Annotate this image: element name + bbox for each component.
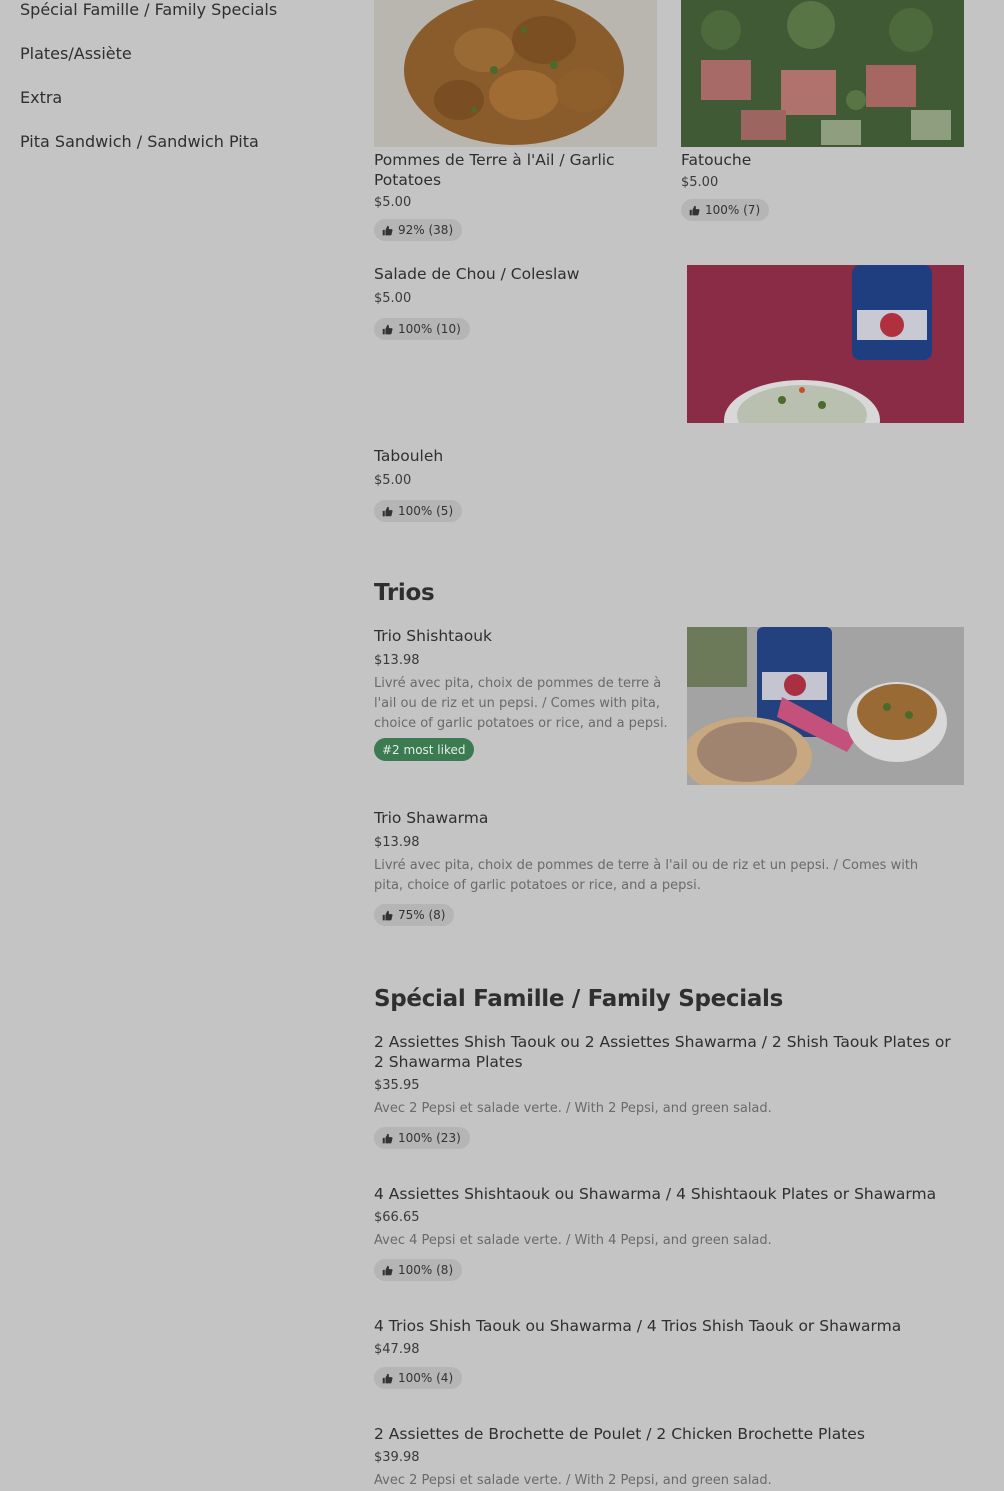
coleslaw-image[interactable] <box>687 265 964 423</box>
rating-value: 100% (7) <box>705 203 761 217</box>
item-description: Livré avec pita, choix de pommes de terr… <box>374 676 668 731</box>
item-price: $13.98 <box>374 653 420 668</box>
trio-shishtaouk-image[interactable] <box>687 627 964 785</box>
menu-item-fatouche[interactable]: Fatouche $5.00 100% (7) <box>681 150 964 221</box>
item-price: $66.65 <box>374 1210 420 1225</box>
item-title: Trio Shawarma <box>374 809 489 827</box>
menu-item-family-4-plates[interactable]: 4 Assiettes Shishtaouk ou Shawarma / 4 S… <box>374 1184 964 1281</box>
item-title: Pommes de Terre à l'Ail / Garlic Potatoe… <box>374 151 615 189</box>
garlic-potatoes-image[interactable] <box>374 0 657 147</box>
rating-badge: 75% (8) <box>374 904 455 926</box>
item-price: $39.98 <box>374 1450 420 1465</box>
item-price: $35.95 <box>374 1078 420 1093</box>
item-title: 4 Assiettes Shishtaouk ou Shawarma / 4 S… <box>374 1185 937 1203</box>
item-title: Fatouche <box>681 151 752 169</box>
thumbs-up-icon <box>382 324 393 334</box>
item-description: Avec 4 Pepsi et salade verte. / With 4 P… <box>374 1233 772 1248</box>
item-price: $5.00 <box>374 473 412 488</box>
thumbs-up-icon <box>382 910 393 920</box>
rating-value: 100% (5) <box>398 504 454 518</box>
rating-value: 100% (10) <box>398 322 461 336</box>
fatouche-image[interactable] <box>681 0 964 147</box>
sidebar-item-pita-sandwich[interactable]: Pita Sandwich / Sandwich Pita <box>20 132 259 151</box>
item-price: $5.00 <box>681 175 719 190</box>
menu-item-tabouleh[interactable]: Tabouleh $5.00 100% (5) <box>374 446 674 522</box>
rating-badge: 100% (10) <box>374 318 470 340</box>
rating-value: 75% (8) <box>398 908 446 922</box>
item-title: 2 Assiettes Shish Taouk ou 2 Assiettes S… <box>374 1033 951 1071</box>
thumbs-up-icon <box>382 506 393 516</box>
thumbs-up-icon <box>382 1133 393 1143</box>
sidebar-item-extra[interactable]: Extra <box>20 88 62 107</box>
sidebar-item-plates[interactable]: Plates/Assiète <box>20 44 132 63</box>
item-title: Tabouleh <box>374 447 444 465</box>
item-description: Avec 2 Pepsi et salade verte. / With 2 P… <box>374 1101 772 1116</box>
item-price: $5.00 <box>374 291 412 306</box>
item-title: Salade de Chou / Coleslaw <box>374 265 580 283</box>
sidebar-item-family-specials[interactable]: Spécial Famille / Family Specials <box>20 0 277 19</box>
menu-item-family-2-plates[interactable]: 2 Assiettes Shish Taouk ou 2 Assiettes S… <box>374 1032 964 1149</box>
rating-badge: 100% (23) <box>374 1127 470 1149</box>
thumbs-up-icon <box>689 205 700 215</box>
section-title-trios: Trios <box>374 580 435 606</box>
menu-item-trio-shawarma[interactable]: Trio Shawarma $13.98 Livré avec pita, ch… <box>374 808 964 926</box>
section-title-family-specials: Spécial Famille / Family Specials <box>374 986 784 1012</box>
rating-value: 100% (4) <box>398 1371 454 1385</box>
item-price: $47.98 <box>374 1342 420 1357</box>
menu-item-coleslaw[interactable]: Salade de Chou / Coleslaw $5.00 100% (10… <box>374 264 674 340</box>
rating-badge: 100% (7) <box>681 199 770 221</box>
item-description: Avec 2 Pepsi et salade verte. / With 2 P… <box>374 1473 772 1488</box>
thumbs-up-icon <box>382 1265 393 1275</box>
menu-item-family-4-trios[interactable]: 4 Trios Shish Taouk ou Shawarma / 4 Trio… <box>374 1316 964 1389</box>
rating-badge: 100% (5) <box>374 500 463 522</box>
rating-badge: 100% (8) <box>374 1259 463 1281</box>
rating-badge: 100% (4) <box>374 1367 463 1389</box>
item-price: $13.98 <box>374 835 420 850</box>
thumbs-up-icon <box>382 225 393 235</box>
menu-item-trio-shishtaouk[interactable]: Trio Shishtaouk $13.98 Livré avec pita, … <box>374 626 679 761</box>
menu-item-garlic-potatoes[interactable]: Pommes de Terre à l'Ail / Garlic Potatoe… <box>374 150 657 241</box>
menu-item-family-chicken-brochette[interactable]: 2 Assiettes de Brochette de Poulet / 2 C… <box>374 1424 964 1491</box>
item-title: 4 Trios Shish Taouk ou Shawarma / 4 Trio… <box>374 1317 902 1335</box>
item-description: Livré avec pita, choix de pommes de terr… <box>374 858 919 893</box>
item-price: $5.00 <box>374 195 412 210</box>
thumbs-up-icon <box>382 1373 393 1383</box>
rating-value: 92% (38) <box>398 223 454 237</box>
rating-value: 100% (8) <box>398 1263 454 1277</box>
item-title: Trio Shishtaouk <box>374 627 493 645</box>
rating-value: 100% (23) <box>398 1131 461 1145</box>
item-title: 2 Assiettes de Brochette de Poulet / 2 C… <box>374 1425 865 1443</box>
rating-badge: 92% (38) <box>374 219 463 241</box>
most-liked-badge: #2 most liked <box>374 738 474 761</box>
